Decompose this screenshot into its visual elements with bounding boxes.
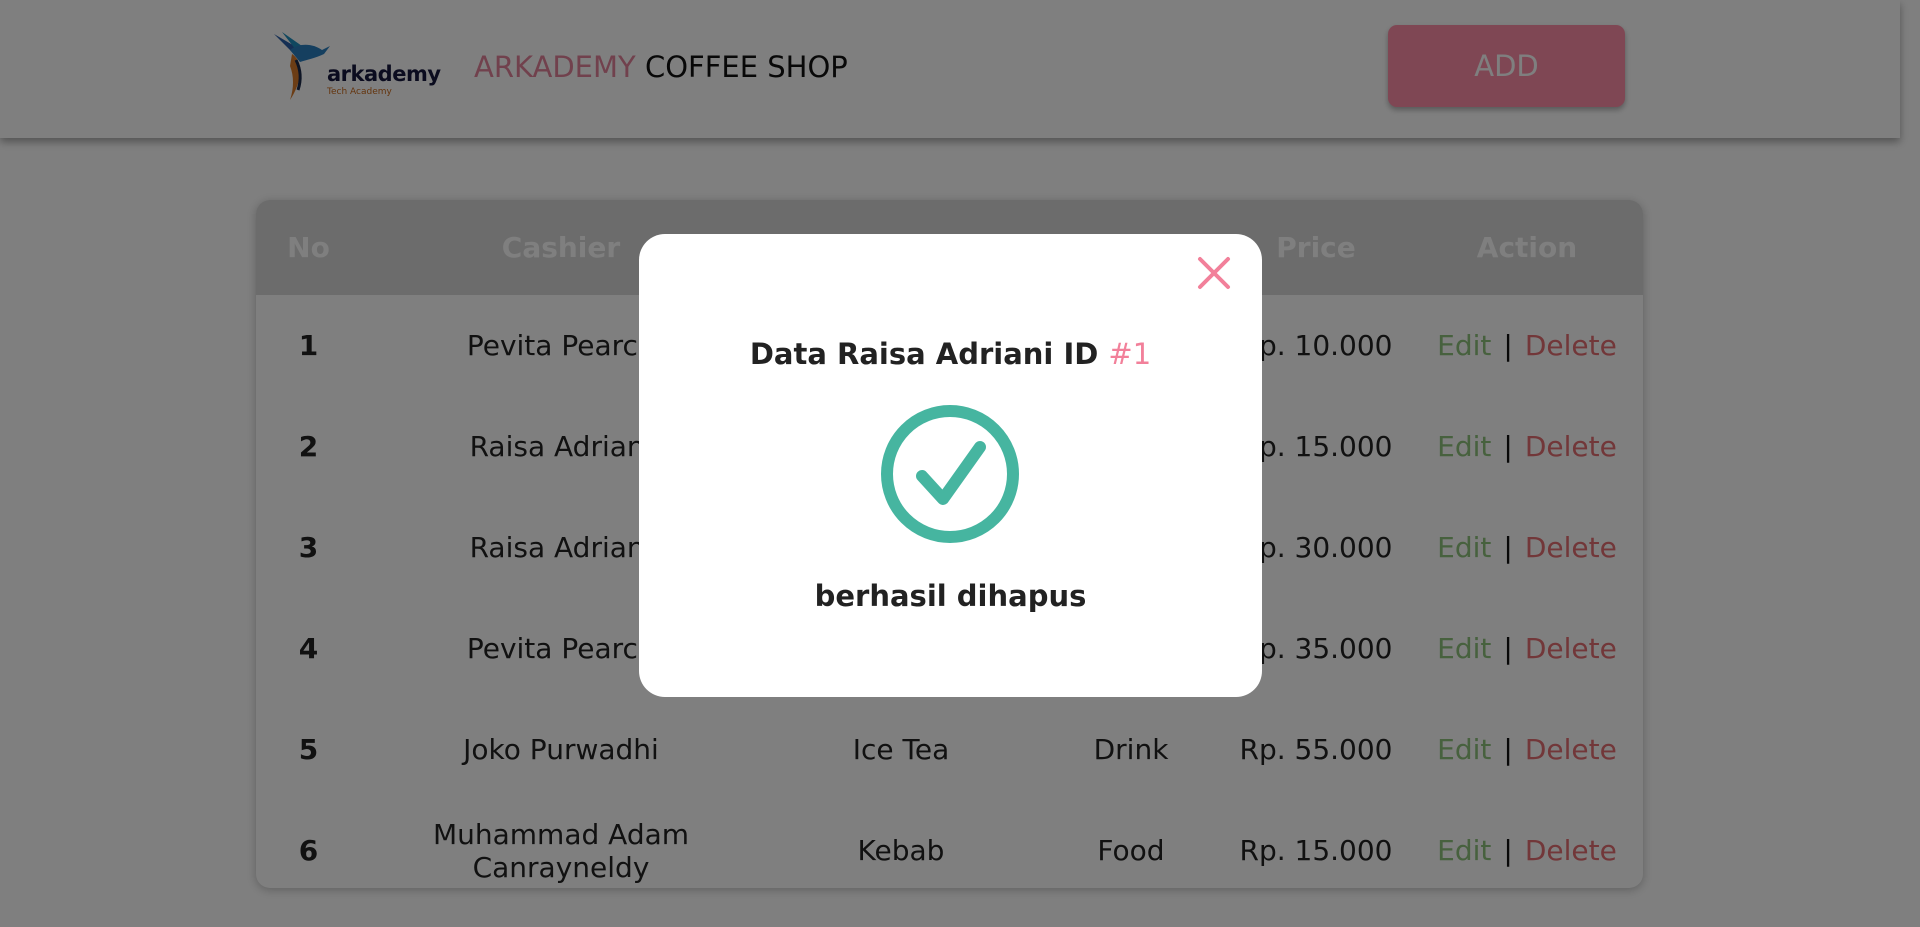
- check-circle-icon: [881, 405, 1019, 543]
- delete-success-modal: Data Raisa Adriani ID #1 berhasil dihapu…: [639, 234, 1262, 697]
- modal-title: Data Raisa Adriani ID #1: [639, 337, 1262, 371]
- modal-message: berhasil dihapus: [814, 579, 1087, 613]
- modal-title-id: #1: [1108, 337, 1152, 371]
- close-icon[interactable]: [1197, 256, 1231, 290]
- modal-title-text: Data Raisa Adriani ID: [749, 337, 1099, 371]
